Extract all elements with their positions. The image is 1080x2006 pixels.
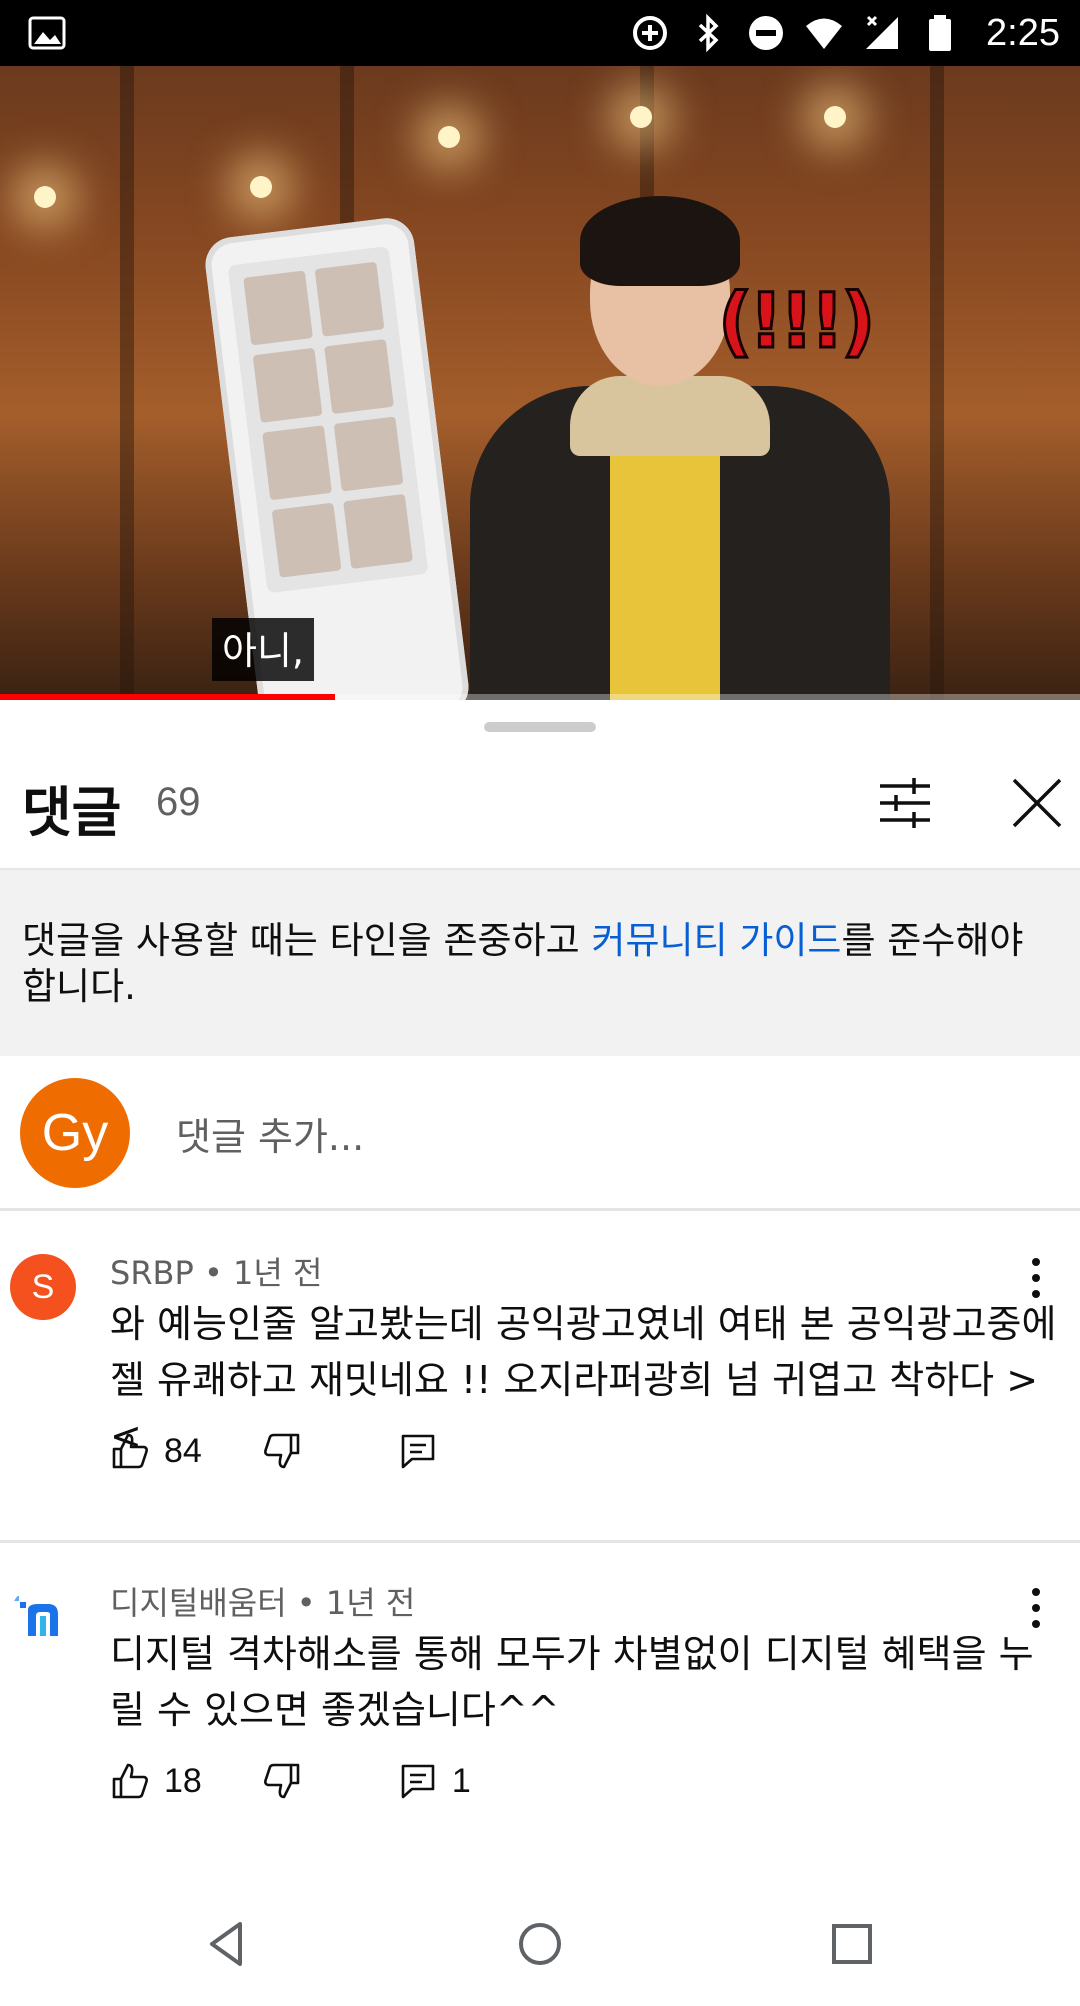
- video-overlay-text: (!!!): [716, 275, 876, 367]
- status-bar: 2:25: [0, 0, 1080, 66]
- wall-lamp: [34, 186, 56, 208]
- wall-lamp: [250, 176, 272, 198]
- sort-filter-icon[interactable]: [874, 772, 936, 834]
- comment-item: 디지털배움터 • 1년 전 디지털 격차해소를 통해 모두가 차별없이 디지털 …: [0, 1556, 1080, 1856]
- like-icon[interactable]: [110, 1761, 150, 1801]
- more-options-icon[interactable]: [1020, 1254, 1052, 1302]
- clock: 2:25: [986, 11, 1060, 54]
- divider: [0, 1540, 1080, 1543]
- community-guidelines-notice: 댓글을 사용할 때는 타인을 존중하고 커뮤니티 가이드를 준수해야 합니다.: [0, 870, 1080, 1056]
- wall-lamp: [630, 106, 652, 128]
- signal-icon: [866, 15, 899, 49]
- dislike-icon[interactable]: [262, 1431, 302, 1471]
- comments-title: 댓글: [22, 781, 122, 844]
- reply-count: 1: [451, 1761, 471, 1800]
- close-icon[interactable]: [1008, 774, 1066, 832]
- comment-meta[interactable]: SRBP • 1년 전: [110, 1248, 322, 1294]
- comment-actions: 18 1: [110, 1756, 471, 1806]
- wall-panel: [120, 66, 134, 700]
- wall-lamp: [824, 106, 846, 128]
- comment-meta[interactable]: 디지털배움터 • 1년 전: [110, 1578, 415, 1624]
- comments-sheet: 댓글 69 댓글을 사용할 때는 타인을 존중하고 커뮤니티 가이드를 준수해야…: [0, 700, 1080, 1920]
- divider: [0, 1208, 1080, 1211]
- home-icon[interactable]: [512, 1916, 568, 1972]
- comment-actions: 84: [110, 1426, 452, 1476]
- system-nav-bar: [0, 1880, 1080, 2006]
- battery-icon: [929, 15, 952, 51]
- back-icon[interactable]: [200, 1916, 256, 1972]
- commenter-avatar[interactable]: S: [10, 1254, 76, 1320]
- recents-icon[interactable]: [824, 1916, 880, 1972]
- reply-icon[interactable]: [398, 1761, 438, 1801]
- collar: [570, 376, 770, 456]
- gallery-icon: [28, 16, 66, 50]
- community-guidelines-link[interactable]: 커뮤니티 가이드: [591, 919, 841, 962]
- hair: [580, 196, 740, 286]
- video-player[interactable]: (!!!) 아니,: [0, 66, 1080, 700]
- commenter-avatar-logo[interactable]: [10, 1584, 76, 1650]
- comments-count: 69: [156, 780, 201, 824]
- more-options-icon[interactable]: [1020, 1584, 1052, 1632]
- comment-item: S SRBP • 1년 전 와 예능인줄 알고봤는데 공익광고였네 여태 본 공…: [0, 1226, 1080, 1526]
- do-not-disturb-icon: [749, 16, 784, 50]
- drag-handle[interactable]: [484, 722, 596, 732]
- notice-text: 댓글을 사용할 때는 타인을 존중하고: [22, 919, 592, 962]
- comments-header: 댓글 69: [0, 750, 1080, 868]
- wall-lamp: [438, 126, 460, 148]
- add-comment-row[interactable]: Gy 댓글 추가...: [0, 1056, 1080, 1208]
- reply-icon[interactable]: [398, 1431, 438, 1471]
- user-avatar: Gy: [20, 1078, 130, 1188]
- like-count: 18: [164, 1761, 202, 1800]
- person-image: [440, 196, 910, 700]
- like-icon[interactable]: [110, 1431, 150, 1471]
- status-icons: 2:25: [630, 0, 1060, 66]
- comment-text: 디지털 격차해소를 통해 모두가 차별없이 디지털 혜택을 누릴 수 있으면 좋…: [110, 1632, 1034, 1732]
- wall-panel: [930, 66, 944, 700]
- wifi-icon: [806, 18, 843, 49]
- like-count: 84: [164, 1431, 202, 1470]
- data-saver-icon: [633, 16, 668, 50]
- video-subtitle: 아니,: [212, 618, 314, 681]
- kiosk-screen: [227, 246, 429, 594]
- bluetooth-icon: [698, 13, 719, 53]
- add-comment-input[interactable]: 댓글 추가...: [176, 1106, 364, 1161]
- dislike-icon[interactable]: [262, 1761, 302, 1801]
